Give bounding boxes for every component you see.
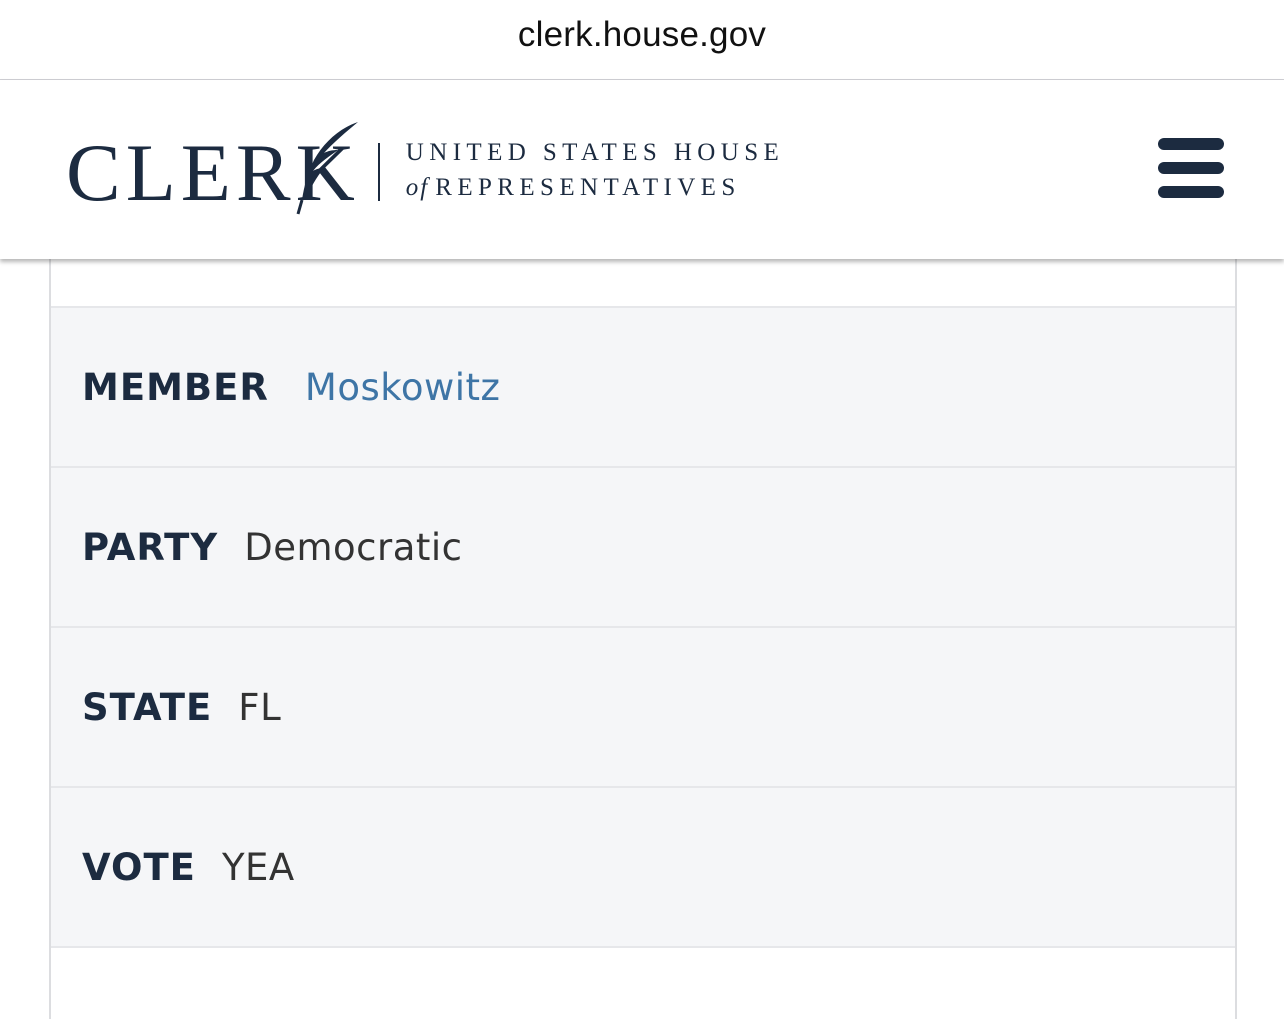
clerk-logo[interactable]: CLERK UNITED STATES HOUSE of REPRESENTATI… bbox=[66, 122, 784, 215]
vote-detail-card: MEMBER Moskowitz PARTY Democratic STATE … bbox=[49, 259, 1237, 1019]
url-text[interactable]: clerk.house.gov bbox=[518, 15, 766, 55]
logo-line-united-states-house: UNITED STATES HOUSE bbox=[405, 139, 785, 166]
vote-value: YEA bbox=[221, 845, 295, 889]
member-link[interactable]: Moskowitz bbox=[305, 366, 501, 409]
state-value: FL bbox=[238, 685, 282, 729]
quill-icon bbox=[296, 122, 358, 215]
member-row: MEMBER Moskowitz bbox=[51, 308, 1235, 468]
party-label: PARTY bbox=[82, 525, 219, 569]
card-top-row bbox=[51, 259, 1235, 308]
hamburger-bar bbox=[1158, 162, 1224, 174]
site-header: CLERK UNITED STATES HOUSE of REPRESENTATI… bbox=[0, 80, 1284, 259]
state-row: STATE FL bbox=[51, 628, 1235, 788]
party-value: Democratic bbox=[244, 525, 463, 569]
logo-subtitle: UNITED STATES HOUSE of REPRESENTATIVES bbox=[406, 136, 784, 206]
vote-label: VOTE bbox=[82, 845, 196, 889]
state-label: STATE bbox=[82, 685, 213, 729]
hamburger-bar bbox=[1158, 186, 1224, 198]
hamburger-menu-icon[interactable] bbox=[1158, 138, 1224, 200]
logo-divider bbox=[377, 143, 380, 201]
hamburger-bar bbox=[1158, 138, 1224, 150]
logo-of: of bbox=[405, 174, 430, 201]
card-bottom-row bbox=[51, 948, 1235, 1008]
party-row: PARTY Democratic bbox=[51, 468, 1235, 628]
browser-address-bar[interactable]: clerk.house.gov bbox=[0, 0, 1284, 80]
vote-row: VOTE YEA bbox=[51, 788, 1235, 948]
logo-line-representatives: of REPRESENTATIVES bbox=[406, 170, 784, 206]
logo-representatives: REPRESENTATIVES bbox=[435, 174, 741, 201]
member-label: MEMBER bbox=[82, 365, 269, 409]
